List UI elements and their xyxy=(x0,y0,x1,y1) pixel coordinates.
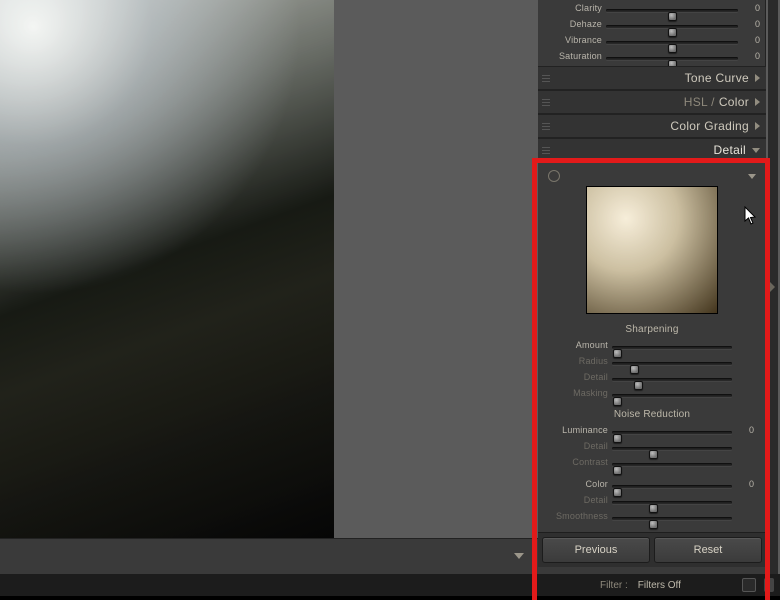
noise-luminance-slider[interactable]: Luminance 0 xyxy=(544,424,760,440)
detail-label: Detail xyxy=(714,143,746,157)
saturation-slider[interactable]: Saturation 0 xyxy=(538,50,766,66)
dehaze-slider[interactable]: Dehaze 0 xyxy=(538,18,766,34)
filter-switch-icon[interactable] xyxy=(742,578,756,592)
noise-color-detail-slider[interactable]: Detail xyxy=(544,494,760,510)
chevron-right-icon xyxy=(755,122,760,130)
previous-button[interactable]: Previous xyxy=(542,537,650,563)
app-root: Clarity 0 Dehaze 0 Vibrance 0 Saturation… xyxy=(0,0,780,600)
slider-thumb[interactable] xyxy=(613,466,622,475)
chevron-right-icon xyxy=(755,74,760,82)
noise-reduction-subheader: Noise Reduction xyxy=(544,409,760,420)
color-label: Color xyxy=(719,95,749,109)
develop-panel: Clarity 0 Dehaze 0 Vibrance 0 Saturation… xyxy=(538,0,766,574)
detail-header[interactable]: Detail xyxy=(538,138,766,162)
detail-preview-thumbnail[interactable] xyxy=(586,186,718,314)
detail-target-icon[interactable] xyxy=(548,170,560,182)
dehaze-track[interactable] xyxy=(606,25,738,28)
filter-status[interactable]: Filters Off xyxy=(638,580,681,591)
scrollbar-handle[interactable] xyxy=(764,578,774,592)
detail-zoom-dropdown-icon[interactable] xyxy=(748,174,756,179)
slider-thumb[interactable] xyxy=(649,520,658,529)
color-grading-label: Color Grading xyxy=(670,119,749,133)
clarity-track[interactable] xyxy=(606,9,738,12)
tone-curve-header[interactable]: Tone Curve xyxy=(538,66,766,90)
panel-grip-icon xyxy=(542,75,550,83)
bottom-border xyxy=(0,596,780,600)
clarity-label: Clarity xyxy=(538,3,602,13)
detail-preview-controls xyxy=(544,170,760,186)
vibrance-label: Vibrance xyxy=(538,35,602,45)
color-grading-header[interactable]: Color Grading xyxy=(538,114,766,138)
vibrance-track[interactable] xyxy=(606,41,738,44)
sharpen-radius-slider[interactable]: Radius xyxy=(544,355,760,371)
sharpen-masking-slider[interactable]: Masking xyxy=(544,387,760,403)
hsl-label: HSL / xyxy=(684,95,715,109)
toolbar-dropdown-icon[interactable] xyxy=(514,553,524,559)
sharpening-subheader: Sharpening xyxy=(544,324,760,335)
detail-panel-body: Sharpening Amount Radius Detail Masking xyxy=(538,162,766,532)
panel-grip-icon xyxy=(542,123,550,131)
panel-grip-icon xyxy=(542,147,550,155)
dehaze-value[interactable]: 0 xyxy=(740,19,760,29)
image-canvas[interactable] xyxy=(0,0,334,538)
panel-footer-buttons: Previous Reset xyxy=(538,532,766,567)
sharpen-amount-label: Amount xyxy=(544,340,608,350)
panel-collapse-icon xyxy=(769,281,775,293)
sharpen-detail-slider[interactable]: Detail xyxy=(544,371,760,387)
filmstrip-filter-bar: Filter : Filters Off xyxy=(0,574,780,596)
noise-smoothness-slider[interactable]: Smoothness xyxy=(544,510,760,526)
saturation-label: Saturation xyxy=(538,51,602,61)
vibrance-value[interactable]: 0 xyxy=(740,35,760,45)
noise-lum-detail-slider[interactable]: Detail xyxy=(544,440,760,456)
reset-button[interactable]: Reset xyxy=(654,537,762,563)
vibrance-slider[interactable]: Vibrance 0 xyxy=(538,34,766,50)
clarity-value[interactable]: 0 xyxy=(740,3,760,13)
saturation-track[interactable] xyxy=(606,57,738,60)
sharpen-amount-slider[interactable]: Amount xyxy=(544,339,760,355)
main-photo xyxy=(0,0,334,538)
dehaze-label: Dehaze xyxy=(538,19,602,29)
filter-label: Filter : xyxy=(600,580,628,591)
saturation-value[interactable]: 0 xyxy=(740,51,760,61)
clarity-slider[interactable]: Clarity 0 xyxy=(538,2,766,18)
noise-color-slider[interactable]: Color 0 xyxy=(544,478,760,494)
slider-thumb[interactable] xyxy=(613,397,622,406)
chevron-down-icon xyxy=(752,148,760,153)
panel-grip-icon xyxy=(542,99,550,107)
chevron-right-icon xyxy=(755,98,760,106)
hsl-color-header[interactable]: HSL / Color xyxy=(538,90,766,114)
right-panel-toggle[interactable] xyxy=(768,0,778,574)
tone-curve-label: Tone Curve xyxy=(685,71,749,85)
basic-panel-tail: Clarity 0 Dehaze 0 Vibrance 0 Saturation… xyxy=(538,0,766,66)
noise-contrast-slider[interactable]: Contrast xyxy=(544,456,760,472)
